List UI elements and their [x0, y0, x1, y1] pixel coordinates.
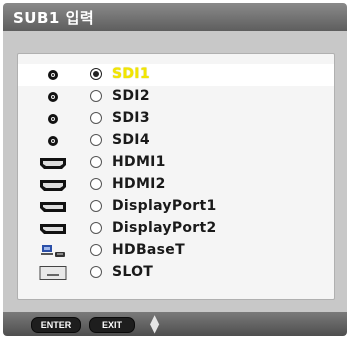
sdi-connector-icon: [48, 136, 58, 146]
title-bar: SUB1 입력: [3, 3, 347, 31]
sdi-connector-icon: [48, 92, 58, 102]
enter-button[interactable]: ENTER: [31, 317, 81, 333]
input-row-hdbaset[interactable]: HDBaseT: [18, 240, 334, 262]
exit-button[interactable]: EXIT: [89, 317, 135, 333]
window-title: SUB1 입력: [13, 9, 95, 27]
input-panel: SDI1 SDI2 SDI3 SDI4 HDMI1 HDMI2 DisplayP…: [3, 31, 347, 312]
input-label: SLOT: [112, 264, 154, 280]
input-row-hdmi1[interactable]: HDMI1: [18, 152, 334, 174]
input-row-sdi4[interactable]: SDI4: [18, 130, 334, 152]
displayport-connector-icon: [40, 202, 66, 212]
radio-button[interactable]: [90, 222, 102, 234]
input-label: SDI4: [112, 132, 150, 148]
up-down-arrows-icon: ▲ ▼: [150, 312, 160, 335]
hdmi-connector-icon: [40, 158, 66, 169]
radio-button[interactable]: [90, 68, 102, 80]
input-row-sdi2[interactable]: SDI2: [18, 86, 334, 108]
radio-button[interactable]: [90, 90, 102, 102]
input-label: HDBaseT: [112, 242, 185, 258]
option-slot-icon: [39, 266, 67, 280]
radio-button[interactable]: [90, 134, 102, 146]
input-row-sdi1[interactable]: SDI1: [18, 64, 334, 86]
input-row-displayport2[interactable]: DisplayPort2: [18, 218, 334, 240]
radio-button[interactable]: [90, 244, 102, 256]
input-label: SDI1: [112, 66, 150, 82]
input-label: SDI2: [112, 88, 150, 104]
input-label: DisplayPort2: [112, 220, 217, 236]
input-row-slot[interactable]: SLOT: [18, 262, 334, 284]
radio-button[interactable]: [90, 266, 102, 278]
input-label: HDMI1: [112, 154, 166, 170]
input-label: SDI3: [112, 110, 150, 126]
input-list: SDI1 SDI2 SDI3 SDI4 HDMI1 HDMI2 DisplayP…: [17, 53, 335, 300]
sdi-connector-icon: [48, 70, 58, 80]
footer-bar: ENTER EXIT ▲ ▼: [3, 312, 347, 336]
radio-button[interactable]: [90, 156, 102, 168]
input-row-hdmi2[interactable]: HDMI2: [18, 174, 334, 196]
input-label: HDMI2: [112, 176, 166, 192]
hdmi-connector-icon: [40, 180, 66, 191]
radio-button[interactable]: [90, 200, 102, 212]
radio-button[interactable]: [90, 178, 102, 190]
input-row-displayport1[interactable]: DisplayPort1: [18, 196, 334, 218]
input-label: DisplayPort1: [112, 198, 217, 214]
radio-button[interactable]: [90, 112, 102, 124]
hdbaset-network-icon: [41, 245, 65, 257]
input-row-sdi3[interactable]: SDI3: [18, 108, 334, 130]
sdi-connector-icon: [48, 114, 58, 124]
displayport-connector-icon: [40, 224, 66, 234]
